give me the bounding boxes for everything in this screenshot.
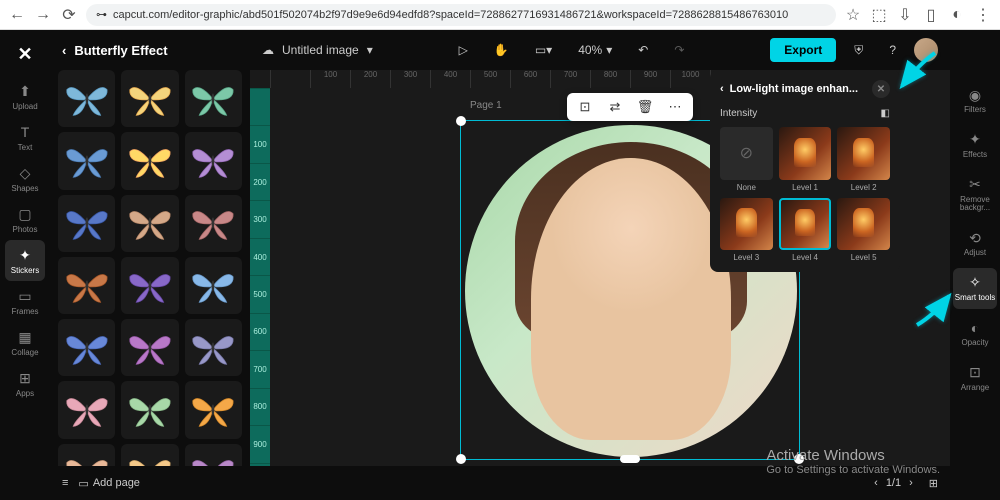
- avatar[interactable]: [914, 38, 938, 62]
- sticker-butterfly-12[interactable]: [58, 319, 115, 376]
- handle-tl[interactable]: [456, 116, 466, 126]
- sticker-butterfly-15[interactable]: [58, 381, 115, 438]
- windows-watermark: Activate Windows Go to Settings to activ…: [766, 447, 940, 476]
- left-toolbar: ✕ ⬆UploadTText◇Shapes▢Photos✦Stickers▭Fr…: [0, 30, 50, 500]
- rtool-smart[interactable]: ✧Smart tools: [953, 268, 997, 309]
- profile-icon[interactable]: ◐: [948, 6, 966, 24]
- sticker-butterfly-17[interactable]: [185, 381, 242, 438]
- sticker-butterfly-0[interactable]: [58, 70, 115, 127]
- crop-icon[interactable]: ⊡: [575, 97, 595, 117]
- delete-icon[interactable]: 🗑: [635, 97, 655, 117]
- tool-apps[interactable]: ⊞Apps: [5, 363, 45, 404]
- rtool-effects[interactable]: ✦Effects: [953, 125, 997, 166]
- capcut-logo[interactable]: ✕: [11, 40, 39, 68]
- panel-icon[interactable]: ▯: [922, 6, 940, 24]
- fit-button[interactable]: ▭▾: [527, 39, 560, 61]
- back-button[interactable]: ←: [8, 6, 26, 24]
- compare-icon[interactable]: ◧: [881, 108, 890, 119]
- sticker-butterfly-7[interactable]: [121, 195, 178, 252]
- level-level-5[interactable]: Level 5: [837, 198, 890, 263]
- tool-shapes[interactable]: ◇Shapes: [5, 158, 45, 199]
- rtool-remove[interactable]: ✂Remove backgr...: [953, 170, 997, 220]
- level-level-4[interactable]: Level 4: [779, 198, 832, 263]
- sticker-butterfly-6[interactable]: [58, 195, 115, 252]
- sticker-sidebar: ‹ Butterfly Effect: [50, 30, 250, 500]
- more-icon[interactable]: ⋯: [665, 97, 685, 117]
- sticker-butterfly-10[interactable]: [121, 257, 178, 314]
- sticker-butterfly-13[interactable]: [121, 319, 178, 376]
- page-label: Page 1: [470, 100, 502, 111]
- undo-button[interactable]: ↶: [630, 39, 656, 61]
- tool-text[interactable]: TText: [5, 117, 45, 158]
- grid-view-icon[interactable]: ⊞: [929, 477, 938, 490]
- tool-stickers[interactable]: ✦Stickers: [5, 240, 45, 281]
- play-button[interactable]: ▷: [451, 39, 476, 61]
- panel-back-icon[interactable]: ‹: [720, 83, 724, 95]
- url-bar[interactable]: ⊶capcut.com/editor-graphic/abd501f502074…: [86, 4, 836, 26]
- intensity-label: Intensity: [720, 108, 757, 119]
- back-icon[interactable]: ‹: [62, 43, 66, 58]
- sticker-butterfly-8[interactable]: [185, 195, 242, 252]
- level-none[interactable]: ⊘None: [720, 127, 773, 192]
- project-title[interactable]: Untitled image: [282, 43, 359, 57]
- level-level-3[interactable]: Level 3: [720, 198, 773, 263]
- rtool-opacity[interactable]: ◐Opacity: [953, 313, 997, 354]
- help-icon[interactable]: ?: [881, 39, 904, 61]
- cloud-icon: ☁: [262, 43, 274, 57]
- chevron-down-icon[interactable]: ▾: [367, 43, 373, 57]
- enhance-panel: ‹ Low-light image enhan... ✕ Intensity ◧…: [710, 70, 900, 272]
- rtool-adjust[interactable]: ⟲Adjust: [953, 223, 997, 264]
- plus-icon: ▭: [78, 477, 88, 490]
- page-indicator: 1/1: [886, 477, 901, 489]
- tool-photos[interactable]: ▢Photos: [5, 199, 45, 240]
- right-toolbar: ◉Filters✦Effects✂Remove backgr...⟲Adjust…: [950, 30, 1000, 500]
- reload-button[interactable]: ⟳: [60, 6, 78, 24]
- menu-icon[interactable]: ⋮: [974, 6, 992, 24]
- panel-title: Low-light image enhan...: [730, 83, 858, 95]
- handle-bm[interactable]: [620, 455, 640, 463]
- level-level-2[interactable]: Level 2: [837, 127, 890, 192]
- sticker-butterfly-3[interactable]: [58, 132, 115, 189]
- star-icon[interactable]: ☆: [844, 6, 862, 24]
- hand-tool[interactable]: ✋: [486, 39, 517, 61]
- shield-icon[interactable]: ⛨: [846, 39, 871, 62]
- tool-collage[interactable]: ▦Collage: [5, 322, 45, 363]
- sticker-butterfly-16[interactable]: [121, 381, 178, 438]
- sticker-butterfly-14[interactable]: [185, 319, 242, 376]
- sticker-butterfly-1[interactable]: [121, 70, 178, 127]
- sticker-butterfly-4[interactable]: [121, 132, 178, 189]
- forward-button[interactable]: →: [34, 6, 52, 24]
- redo-button[interactable]: ↷: [666, 39, 692, 61]
- sidebar-title: Butterfly Effect: [74, 43, 167, 58]
- export-button[interactable]: Export: [770, 38, 836, 62]
- ruler-vertical: 1002003004005006007008009001000: [250, 88, 270, 500]
- handle-bl[interactable]: [456, 454, 466, 464]
- next-page[interactable]: ›: [909, 477, 913, 489]
- layers-icon[interactable]: ≡: [62, 477, 68, 489]
- extension-icon[interactable]: ⬚: [870, 6, 888, 24]
- replace-icon[interactable]: ⇄: [605, 97, 625, 117]
- add-page-button[interactable]: ▭ Add page: [78, 477, 140, 490]
- sticker-butterfly-2[interactable]: [185, 70, 242, 127]
- close-icon[interactable]: ✕: [872, 80, 890, 98]
- sticker-butterfly-5[interactable]: [185, 132, 242, 189]
- tool-upload[interactable]: ⬆Upload: [5, 76, 45, 117]
- rtool-arrange[interactable]: ⊡Arrange: [953, 358, 997, 399]
- zoom-level[interactable]: 40% ▾: [570, 39, 620, 61]
- sticker-butterfly-11[interactable]: [185, 257, 242, 314]
- browser-chrome: ← → ⟳ ⊶capcut.com/editor-graphic/abd501f…: [0, 0, 1000, 30]
- tool-frames[interactable]: ▭Frames: [5, 281, 45, 322]
- level-level-1[interactable]: Level 1: [779, 127, 832, 192]
- sticker-grid: [50, 70, 250, 500]
- topbar: ☁ Untitled image ▾ ▷ ✋ ▭▾ 40% ▾ ↶ ↷ Expo…: [250, 30, 950, 70]
- download-icon[interactable]: ⇩: [896, 6, 914, 24]
- sticker-butterfly-9[interactable]: [58, 257, 115, 314]
- prev-page[interactable]: ‹: [874, 477, 878, 489]
- float-toolbar: ⊡ ⇄ 🗑 ⋯: [567, 93, 693, 121]
- rtool-filters[interactable]: ◉Filters: [953, 80, 997, 121]
